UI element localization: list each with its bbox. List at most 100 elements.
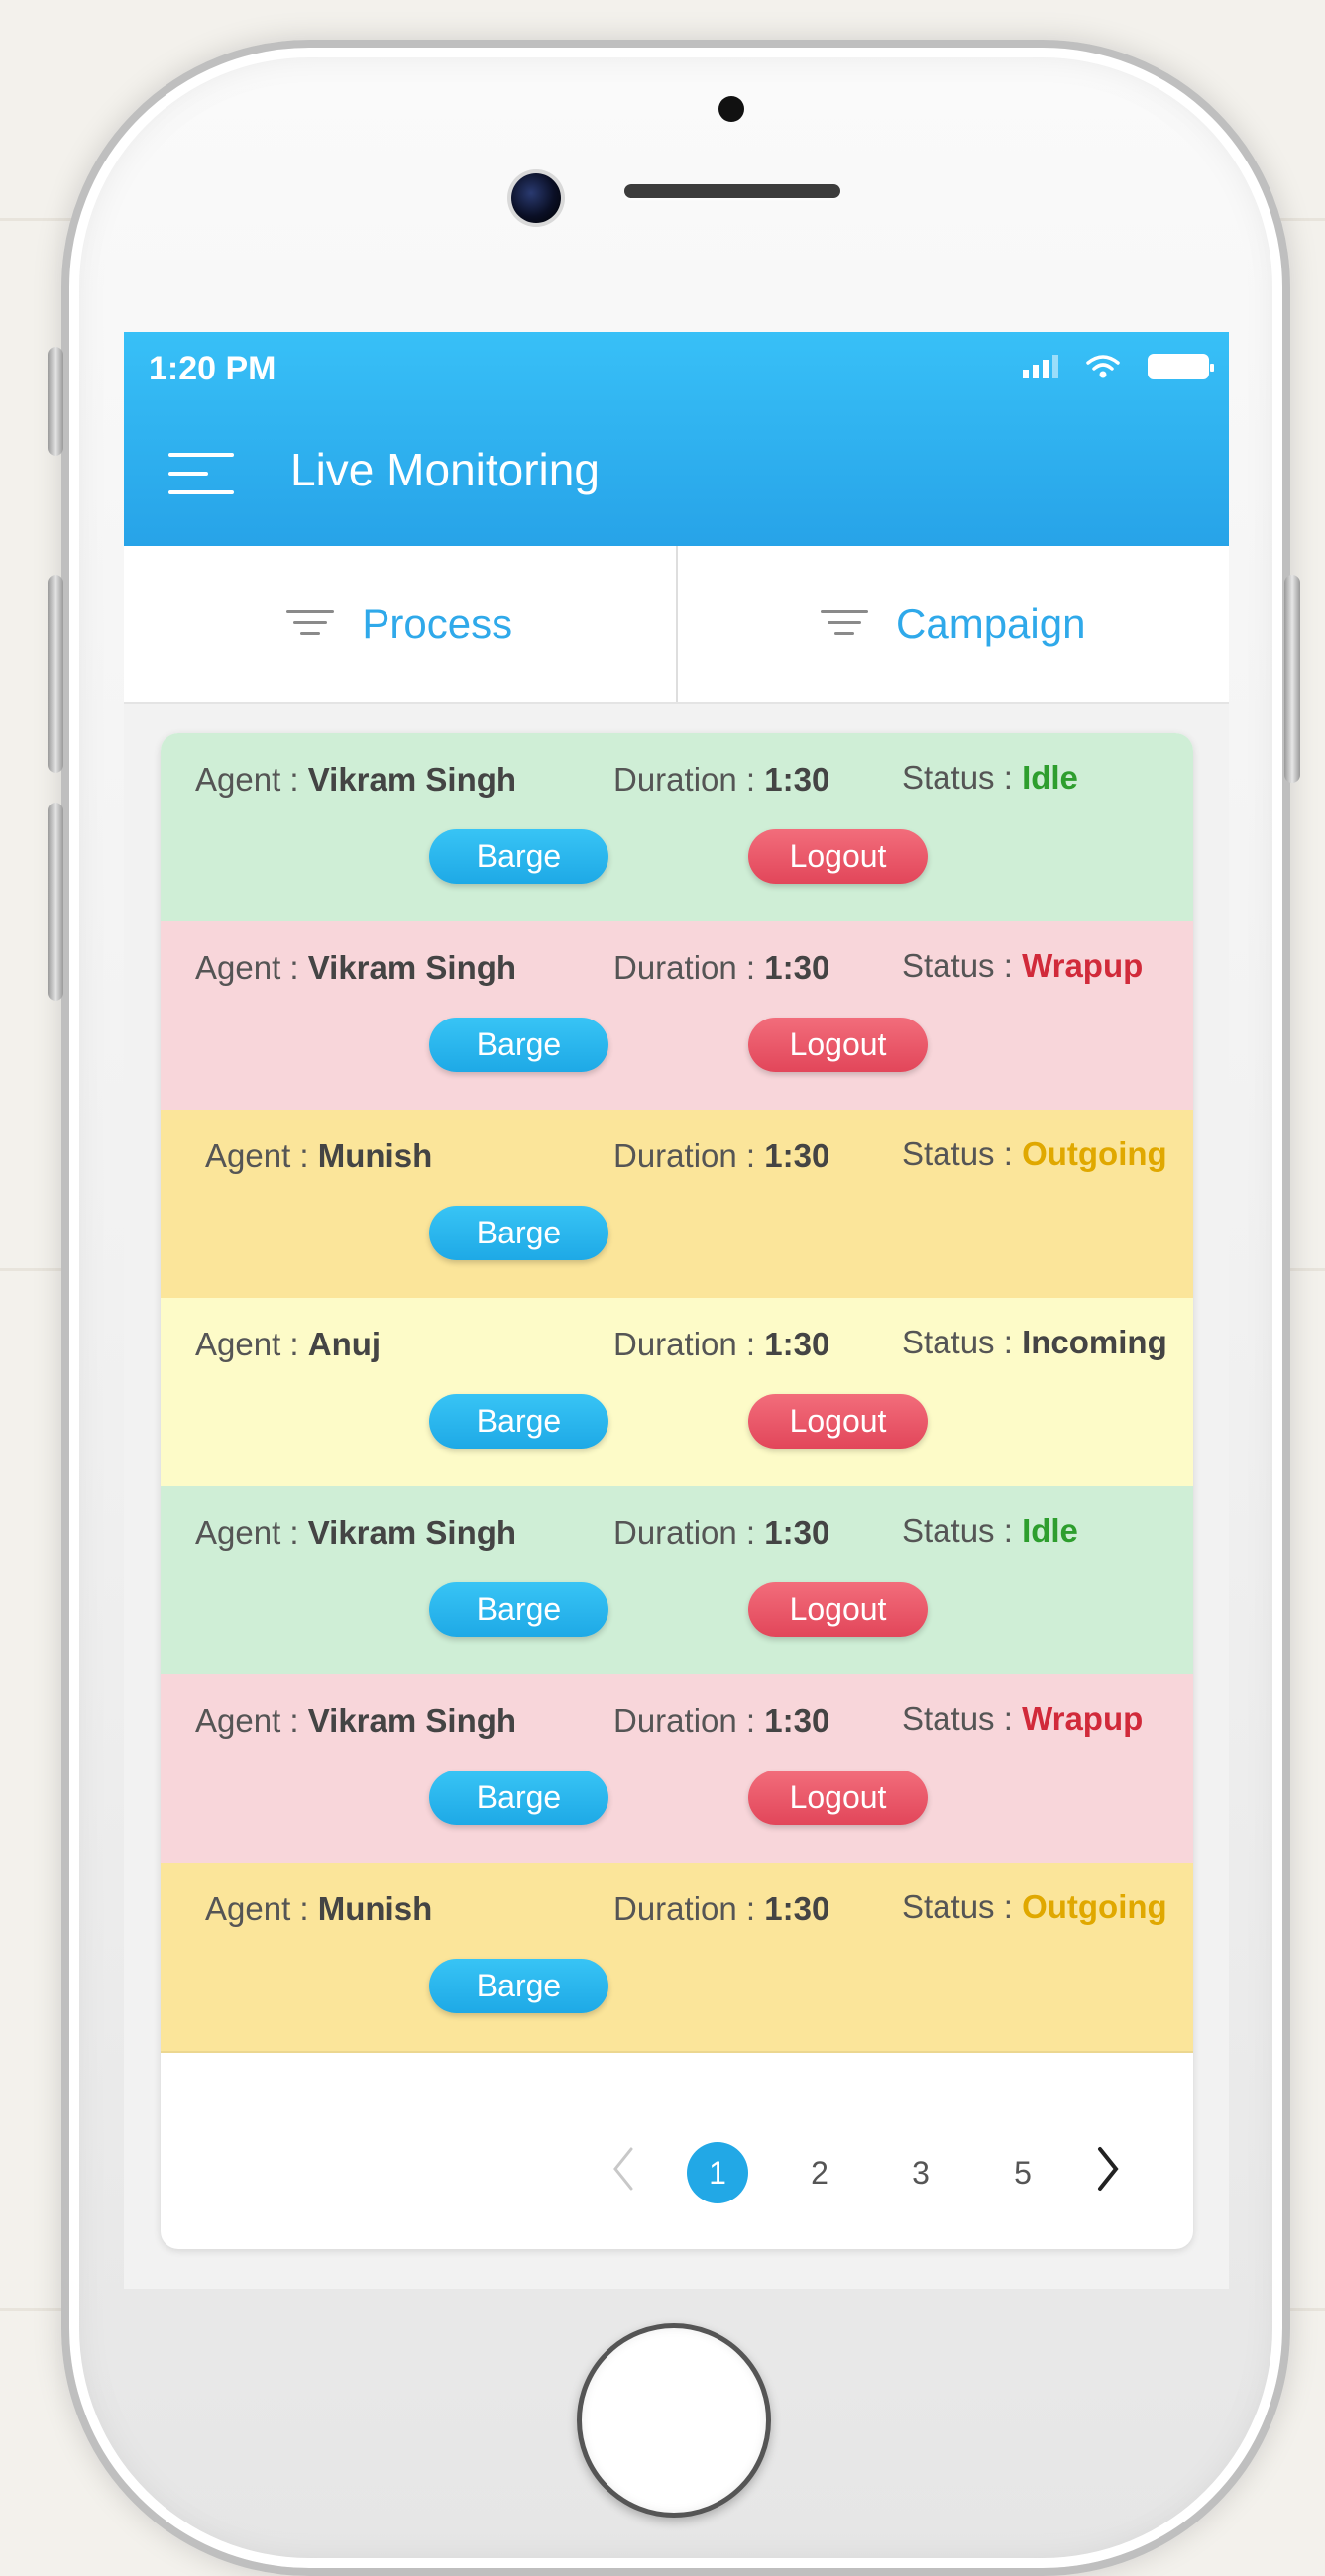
barge-button[interactable]: Barge bbox=[429, 1582, 608, 1637]
logout-button[interactable]: Logout bbox=[748, 1582, 928, 1637]
agent-row: Agent : Munish Duration : 1:30 Status : … bbox=[161, 1110, 1193, 1300]
home-button[interactable] bbox=[577, 2323, 771, 2518]
status-value: Wrapup bbox=[1022, 1700, 1144, 1737]
page-button-3[interactable]: 3 bbox=[890, 2142, 951, 2203]
status-field: Status : Incoming bbox=[902, 1324, 1167, 1361]
duration-value: 1:30 bbox=[764, 761, 830, 798]
duration-label: Duration : bbox=[613, 1326, 765, 1362]
chevron-left-icon[interactable] bbox=[603, 2138, 642, 2200]
agent-name: Vikram Singh bbox=[307, 761, 517, 798]
page-button-1[interactable]: 1 bbox=[687, 2142, 748, 2203]
wifi-icon bbox=[1086, 355, 1120, 378]
agent-row: Agent : Vikram Singh Duration : 1:30 Sta… bbox=[161, 733, 1193, 923]
duration-label: Duration : bbox=[613, 949, 765, 986]
status-time: 1:20 PM bbox=[149, 350, 276, 387]
chevron-right-icon[interactable] bbox=[1087, 2138, 1127, 2200]
agent-name: Vikram Singh bbox=[307, 949, 517, 986]
duration-value: 1:30 bbox=[764, 949, 830, 986]
phone-side-button bbox=[48, 347, 63, 456]
agent-label: Agent : bbox=[205, 1137, 318, 1174]
duration-label: Duration : bbox=[613, 1137, 765, 1174]
logout-button[interactable]: Logout bbox=[748, 1771, 928, 1825]
logout-button[interactable]: Logout bbox=[748, 829, 928, 884]
barge-button[interactable]: Barge bbox=[429, 1959, 608, 2013]
filter-bar: Process Campaign bbox=[124, 546, 1229, 704]
status-label: Status : bbox=[902, 1324, 1023, 1360]
app-header: 1:20 PM Live Monitoring bbox=[124, 332, 1229, 546]
page-button-5[interactable]: 5 bbox=[992, 2142, 1053, 2203]
duration-field: Duration : 1:30 bbox=[613, 1514, 829, 1552]
front-camera bbox=[511, 173, 561, 223]
duration-field: Duration : 1:30 bbox=[613, 1326, 829, 1363]
status-icons bbox=[1023, 354, 1214, 379]
phone-volume-up-button bbox=[48, 575, 63, 773]
duration-value: 1:30 bbox=[764, 1702, 830, 1739]
status-value: Incoming bbox=[1022, 1324, 1167, 1360]
duration-value: 1:30 bbox=[764, 1514, 830, 1551]
duration-field: Duration : 1:30 bbox=[613, 761, 829, 799]
barge-button[interactable]: Barge bbox=[429, 1394, 608, 1449]
phone-screen: 1:20 PM Live Monitoring Process Campaign… bbox=[124, 332, 1229, 2289]
filter-icon bbox=[286, 610, 335, 638]
agent-label: Agent : bbox=[205, 1890, 318, 1927]
agent-row: Agent : Vikram Singh Duration : 1:30 Sta… bbox=[161, 921, 1193, 1112]
barge-button[interactable]: Barge bbox=[429, 1206, 608, 1260]
signal-icon bbox=[1023, 355, 1058, 378]
agent-field: Agent : Vikram Singh bbox=[195, 1702, 516, 1740]
status-value: Outgoing bbox=[1022, 1888, 1167, 1925]
status-field: Status : Idle bbox=[902, 1512, 1078, 1550]
agent-row: Agent : Vikram Singh Duration : 1:30 Sta… bbox=[161, 1486, 1193, 1676]
status-label: Status : bbox=[902, 759, 1023, 796]
agent-field: Agent : Anuj bbox=[195, 1326, 381, 1363]
duration-field: Duration : 1:30 bbox=[613, 1137, 829, 1175]
filter-process-tab[interactable]: Process bbox=[124, 546, 676, 702]
filter-campaign-tab[interactable]: Campaign bbox=[675, 546, 1230, 702]
pagination: 1 2 3 5 bbox=[161, 2120, 1193, 2219]
duration-field: Duration : 1:30 bbox=[613, 949, 829, 987]
duration-value: 1:30 bbox=[764, 1137, 830, 1174]
agent-field: Agent : Vikram Singh bbox=[195, 1514, 516, 1552]
menu-icon[interactable] bbox=[168, 453, 234, 496]
barge-button[interactable]: Barge bbox=[429, 829, 608, 884]
barge-button[interactable]: Barge bbox=[429, 1018, 608, 1072]
agent-name: Munish bbox=[317, 1890, 433, 1927]
agent-label: Agent : bbox=[195, 949, 308, 986]
status-value: Outgoing bbox=[1022, 1135, 1167, 1172]
duration-label: Duration : bbox=[613, 1702, 765, 1739]
agent-row: Agent : Anuj Duration : 1:30 Status : In… bbox=[161, 1298, 1193, 1488]
proximity-sensor bbox=[718, 96, 744, 122]
filter-icon bbox=[821, 610, 869, 638]
agent-label: Agent : bbox=[195, 1514, 308, 1551]
agent-row: Agent : Vikram Singh Duration : 1:30 Sta… bbox=[161, 1674, 1193, 1865]
duration-value: 1:30 bbox=[764, 1890, 830, 1927]
agent-field: Agent : Munish bbox=[205, 1890, 432, 1928]
agent-field: Agent : Vikram Singh bbox=[195, 949, 516, 987]
duration-field: Duration : 1:30 bbox=[613, 1890, 829, 1928]
phone-power-button bbox=[1284, 575, 1300, 783]
battery-icon bbox=[1148, 354, 1214, 379]
status-field: Status : Wrapup bbox=[902, 1700, 1143, 1738]
status-value: Idle bbox=[1022, 759, 1078, 796]
agent-name: Munish bbox=[317, 1137, 433, 1174]
status-value: Idle bbox=[1022, 1512, 1078, 1549]
status-label: Status : bbox=[902, 1135, 1023, 1172]
duration-field: Duration : 1:30 bbox=[613, 1702, 829, 1740]
page-button-2[interactable]: 2 bbox=[789, 2142, 850, 2203]
earpiece-speaker bbox=[624, 184, 840, 198]
duration-label: Duration : bbox=[613, 1514, 765, 1551]
filter-process-label: Process bbox=[362, 600, 513, 647]
agent-name: Vikram Singh bbox=[307, 1702, 517, 1739]
duration-value: 1:30 bbox=[764, 1326, 830, 1362]
barge-button[interactable]: Barge bbox=[429, 1771, 608, 1825]
duration-label: Duration : bbox=[613, 761, 765, 798]
agent-name: Vikram Singh bbox=[307, 1514, 517, 1551]
status-value: Wrapup bbox=[1022, 947, 1144, 984]
agent-label: Agent : bbox=[195, 1702, 308, 1739]
agent-name: Anuj bbox=[307, 1326, 382, 1362]
agent-list-card: Agent : Vikram Singh Duration : 1:30 Sta… bbox=[161, 733, 1193, 2249]
logout-button[interactable]: Logout bbox=[748, 1394, 928, 1449]
status-field: Status : Outgoing bbox=[902, 1888, 1167, 1926]
status-label: Status : bbox=[902, 1512, 1023, 1549]
logout-button[interactable]: Logout bbox=[748, 1018, 928, 1072]
status-field: Status : Idle bbox=[902, 759, 1078, 797]
